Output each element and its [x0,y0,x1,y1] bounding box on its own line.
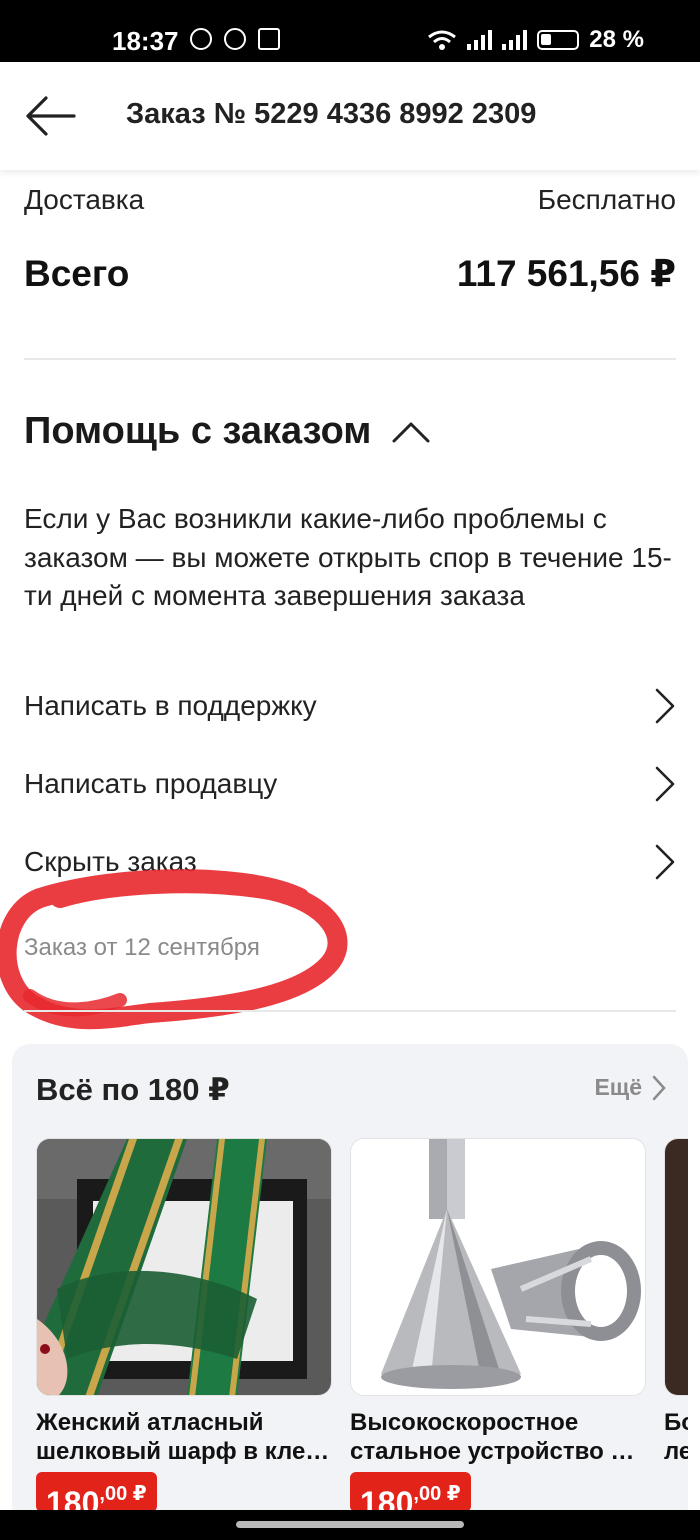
seller-link[interactable]: Написать продавцу [24,754,676,814]
price-fraction: ,00 ₽ [99,1483,147,1505]
whatsapp-icon [190,28,212,50]
delivery-label: Доставка [24,184,145,215]
product-card[interactable]: Бо ле [664,1138,688,1466]
product-name-line: шелковый шарф в кле… [36,1438,330,1465]
price-fraction: ,00 ₽ [413,1483,461,1505]
total-value: 117 561,56 ₽ [456,253,676,294]
total-label: Всего [24,252,130,294]
help-section-toggle[interactable]: Помощь с заказом [24,410,431,453]
product-name-line: ле [664,1438,688,1465]
chevron-right-icon [652,1075,666,1100]
app-header: Заказ № 5229 4336 8992 2309 [0,62,700,170]
product-name: Женский атласный шелковый шарф в кле… [36,1408,332,1466]
price-badge: 180,00 ₽ [36,1472,157,1521]
product-name-line: Бо [664,1409,688,1436]
divider [24,1010,676,1012]
battery-percent: 28 % [589,26,644,53]
chevron-right-icon [655,766,675,802]
home-indicator[interactable] [236,1521,464,1528]
product-card[interactable]: Высокоскоростное стальное устройство … 1… [350,1138,646,1521]
support-link[interactable]: Написать в поддержку [24,676,676,736]
signal-icon-2 [502,30,528,50]
status-time: 18:37 [112,26,179,56]
back-arrow-icon[interactable] [24,92,76,140]
status-right: 28 % [427,26,644,54]
chevron-right-icon [655,688,675,724]
product-name: Бо ле [664,1408,688,1466]
product-image-deburring-tool [350,1138,646,1396]
delivery-row: Доставка Бесплатно [24,184,676,216]
product-card[interactable]: LO Женский атласный шелковый шарф в кле…… [36,1138,332,1521]
navigation-bar [0,1510,700,1540]
divider [24,358,676,360]
product-name-line: Женский атласный [36,1409,264,1436]
chevron-right-icon [655,844,675,880]
recommendations-block: Всё по 180 ₽ Ещё LO [12,1044,688,1540]
notification-icons [190,28,280,50]
page-title: Заказ № 5229 4336 8992 2309 [126,98,537,130]
recommendations-title: Всё по 180 ₽ [36,1072,230,1107]
status-bar: 18:37 28 % [0,0,700,62]
support-link-label: Написать в поддержку [24,690,317,721]
order-date: Заказ от 12 сентября [24,934,260,961]
price-badge: 180,00 ₽ [350,1472,471,1521]
signal-icon-1 [467,30,493,50]
product-name-line: стальное устройство … [350,1438,635,1465]
bug-icon [224,28,246,50]
wifi-icon [428,30,457,50]
help-description: Если у Вас возникли какие-либо проблемы … [24,503,672,611]
product-image-scarf: LO [36,1138,332,1396]
chevron-up-icon [392,422,430,442]
mail-icon [258,28,280,50]
more-button[interactable]: Ещё [594,1074,666,1101]
seller-link-label: Написать продавцу [24,768,278,799]
battery-icon [537,30,580,50]
delivery-value: Бесплатно [537,184,676,215]
product-image-partial [664,1138,688,1396]
total-row: Всего 117 561,56 ₽ [24,252,676,295]
product-name: Высокоскоростное стальное устройство … [350,1408,646,1466]
help-title: Помощь с заказом [24,410,372,452]
more-label: Ещё [594,1074,642,1100]
product-name-line: Высокоскоростное [350,1409,579,1436]
